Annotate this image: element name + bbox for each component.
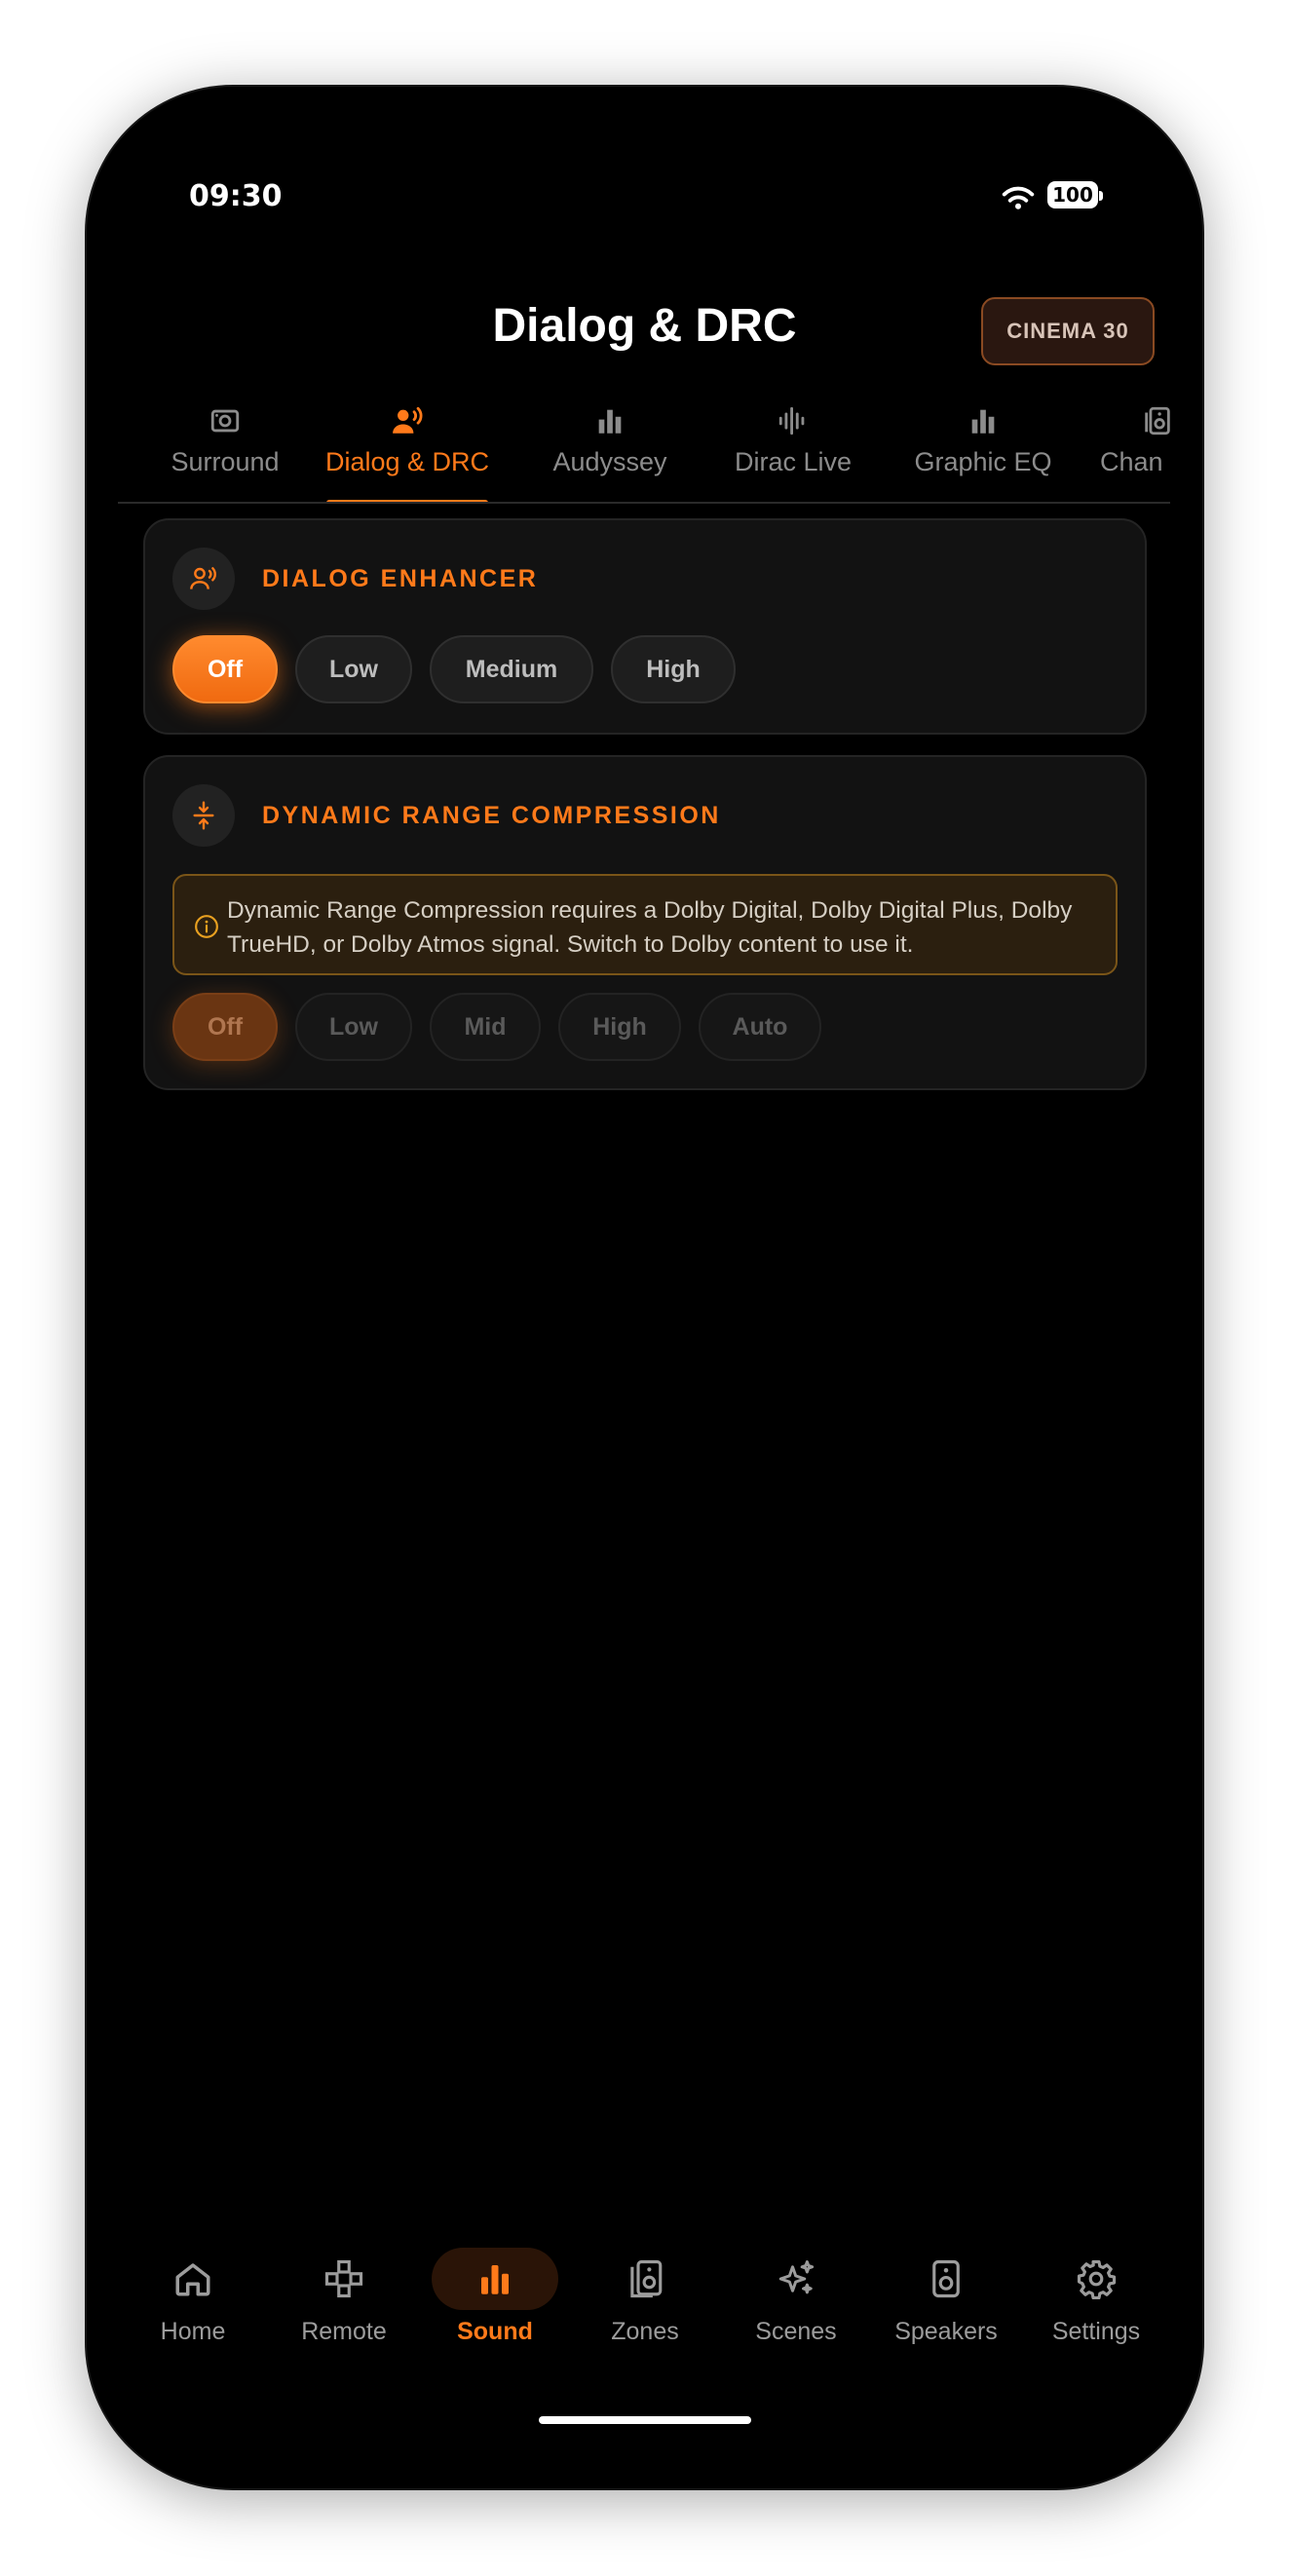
card-icon	[172, 784, 235, 847]
voice-person-icon	[393, 406, 423, 434]
waveform-icon	[778, 406, 805, 436]
tab-label: Dirac Live	[734, 447, 853, 476]
nav-label: Remote	[301, 2318, 387, 2345]
tab-graphic-eq[interactable]: Graphic EQ	[905, 397, 1061, 502]
dialog-enhancer-card: DIALOG ENHANCER Off Low Medium High	[143, 518, 1147, 735]
option-medium[interactable]: Medium	[430, 635, 593, 703]
phone-screen: 09:30 100 Dialog & DRC CINEMA 30 Surroun…	[87, 87, 1202, 2488]
dialog-enhancer-selector: Off Low Medium High	[172, 635, 736, 703]
voice-person-icon	[190, 567, 216, 589]
home-icon	[175, 2263, 210, 2296]
gear-icon	[1077, 2259, 1117, 2299]
drc-selector: Off Low Mid High Auto	[172, 993, 821, 1061]
nav-scenes[interactable]: Scenes	[723, 2248, 869, 2346]
tab-label: Dialog & DRC	[324, 447, 490, 476]
nav-remote[interactable]: Remote	[271, 2248, 417, 2346]
nav-label: Scenes	[755, 2318, 837, 2345]
option-low[interactable]: Low	[295, 993, 412, 1061]
bar-chart-icon	[481, 2265, 509, 2294]
dolby-required-notice: Dynamic Range Compression requires a Dol…	[172, 874, 1118, 975]
nav-home[interactable]: Home	[120, 2248, 266, 2346]
card-title: DIALOG ENHANCER	[262, 565, 539, 592]
battery-indicator: 100	[1047, 181, 1103, 208]
nav-settings[interactable]: Settings	[1023, 2248, 1169, 2346]
option-high[interactable]: High	[558, 993, 681, 1061]
tab-dirac-live[interactable]: Dirac Live	[720, 397, 866, 502]
tab-label: Graphic EQ	[914, 447, 1052, 476]
tab-label: Surround	[171, 447, 280, 476]
speaker-stack-icon	[630, 2259, 663, 2298]
compress-arrows-icon	[193, 801, 214, 830]
gamepad-icon	[324, 2259, 363, 2298]
nav-label: Sound	[457, 2318, 533, 2345]
bar-chart-icon	[598, 409, 622, 434]
status-time: 09:30	[189, 179, 283, 213]
nav-speakers[interactable]: Speakers	[873, 2248, 1019, 2346]
nav-sound[interactable]: Sound	[422, 2248, 568, 2346]
option-low[interactable]: Low	[295, 635, 412, 703]
nav-label: Home	[160, 2318, 226, 2345]
wifi-icon	[1002, 186, 1035, 209]
card-icon	[172, 548, 235, 610]
option-mid[interactable]: Mid	[430, 993, 541, 1061]
option-high[interactable]: High	[611, 635, 736, 703]
tab-label: Chan	[1100, 447, 1163, 476]
preset-badge[interactable]: CINEMA 30	[981, 297, 1155, 365]
tab-bar: Surround Dialog & DRC Audyssey Dirac Liv…	[118, 397, 1170, 504]
bar-chart-icon	[971, 409, 995, 434]
nav-zones[interactable]: Zones	[572, 2248, 718, 2346]
tab-surround[interactable]: Surround	[147, 397, 303, 502]
drc-card: DYNAMIC RANGE COMPRESSION Dynamic Range …	[143, 755, 1147, 1090]
speaker-icon	[932, 2259, 960, 2298]
home-indicator[interactable]	[539, 2416, 751, 2424]
surround-speaker-icon	[210, 409, 240, 433]
speaker-stack-icon	[1145, 406, 1170, 436]
active-tab-indicator	[326, 500, 488, 502]
tab-label: Audyssey	[552, 447, 667, 476]
tab-dialog-drc[interactable]: Dialog & DRC	[324, 397, 490, 502]
tab-audyssey[interactable]: Audyssey	[537, 397, 683, 502]
info-icon	[195, 915, 218, 938]
card-title: DYNAMIC RANGE COMPRESSION	[262, 802, 721, 829]
nav-label: Speakers	[894, 2318, 998, 2345]
nav-label: Settings	[1051, 2318, 1141, 2345]
option-off[interactable]: Off	[172, 635, 278, 703]
notice-text: Dynamic Range Compression requires a Dol…	[227, 897, 1073, 958]
bottom-navigation: Home Remote Sound Zones Scenes Speakers …	[87, 2248, 1202, 2374]
option-auto[interactable]: Auto	[699, 993, 821, 1061]
nav-label: Zones	[611, 2318, 679, 2345]
sparkles-icon	[778, 2260, 815, 2294]
option-off[interactable]: Off	[172, 993, 278, 1061]
tab-channels[interactable]: Chan	[1100, 397, 1170, 502]
